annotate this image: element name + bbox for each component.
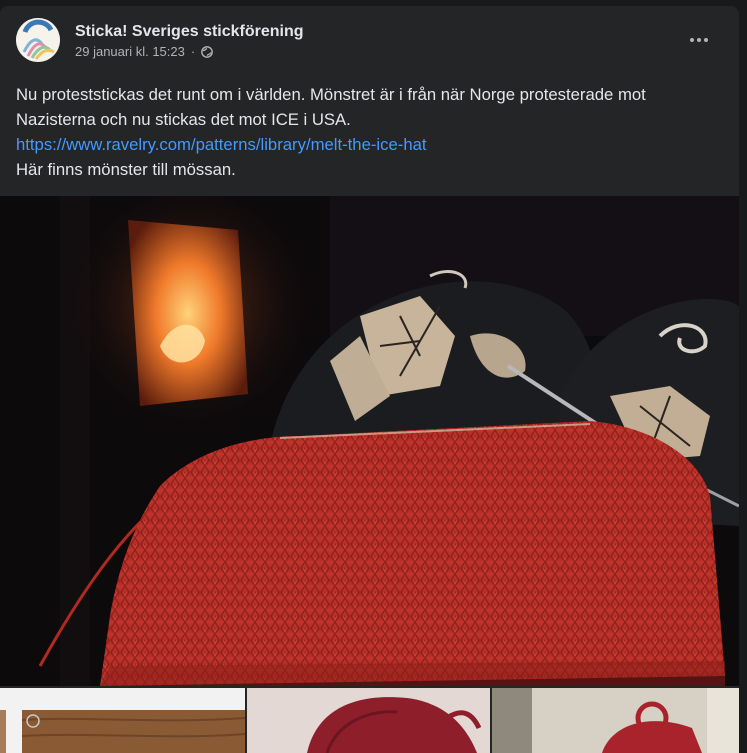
thumbnail-hat-photo: [247, 688, 490, 753]
more-options-icon: [690, 38, 694, 42]
post-timestamp[interactable]: 29 januari kl. 15:23: [75, 44, 185, 60]
post-text-line: Här finns mönster till mössan.: [16, 160, 236, 179]
thumbnail-wood-photo: [0, 688, 245, 753]
more-dot: [704, 38, 708, 42]
post-main-photo[interactable]: [0, 196, 739, 686]
photo-thumbnail[interactable]: [247, 688, 490, 753]
page-name-link[interactable]: Sticka! Sveriges stickförening: [75, 22, 304, 42]
post-meta: 29 januari kl. 15:23 ·: [75, 44, 214, 60]
pattern-link[interactable]: https://www.ravelry.com/patterns/library…: [16, 135, 427, 154]
more-dot: [697, 38, 701, 42]
thumbnail-hat-photo-2: [492, 688, 739, 753]
knitting-photo: [0, 196, 739, 686]
post-text: Nu proteststickas det runt om i världen.…: [16, 82, 726, 182]
post-header: Sticka! Sveriges stickförening 29 januar…: [16, 18, 727, 62]
photo-thumbnail[interactable]: [492, 688, 739, 753]
post-text-line: Nu proteststickas det runt om i världen.…: [16, 85, 646, 129]
post-card: Sticka! Sveriges stickförening 29 januar…: [0, 6, 739, 753]
photo-thumbnail[interactable]: [0, 688, 245, 753]
more-options-button[interactable]: [683, 24, 715, 56]
meta-separator: ·: [190, 44, 196, 59]
sticka-logo-icon: [16, 18, 60, 62]
globe-icon[interactable]: [201, 46, 214, 58]
page-avatar[interactable]: [16, 18, 60, 62]
